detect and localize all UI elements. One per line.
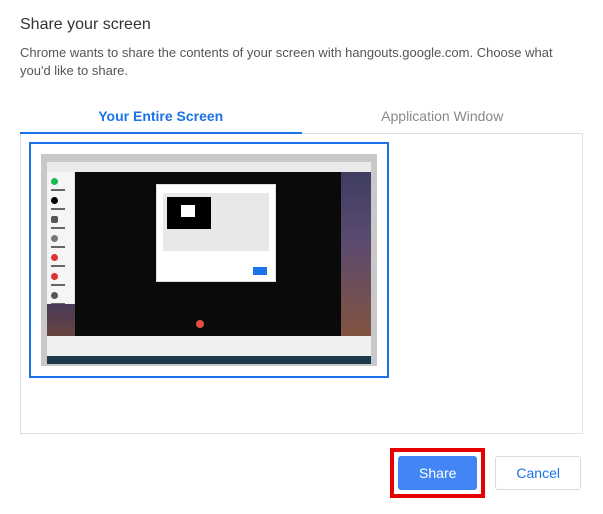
content-panel bbox=[20, 134, 583, 434]
screen-preview bbox=[41, 154, 377, 366]
tabs: Your Entire Screen Application Window bbox=[20, 98, 583, 134]
tab-application-window[interactable]: Application Window bbox=[302, 98, 584, 133]
cancel-button[interactable]: Cancel bbox=[495, 456, 581, 490]
dialog-title: Share your screen bbox=[20, 16, 583, 34]
tab-entire-screen[interactable]: Your Entire Screen bbox=[20, 98, 302, 134]
dialog-footer: Share Cancel bbox=[0, 434, 603, 510]
share-button[interactable]: Share bbox=[398, 456, 477, 490]
share-highlight: Share bbox=[390, 448, 485, 498]
screen-thumbnail[interactable] bbox=[29, 142, 389, 378]
dialog-description: Chrome wants to share the contents of yo… bbox=[20, 44, 583, 80]
